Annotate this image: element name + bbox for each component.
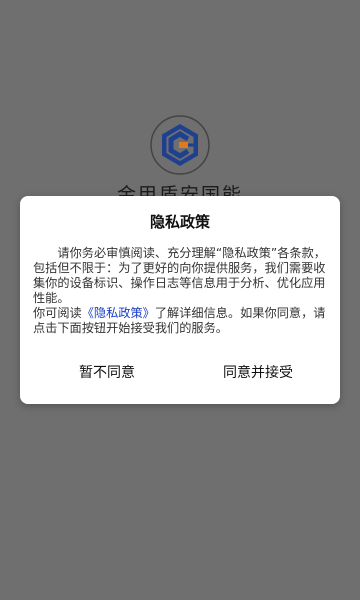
privacy-read-text: 你可阅读《隐私政策》了解详细信息。如果你同意，请点击下面按钮开始接受我们的服务。 bbox=[33, 306, 331, 336]
agree-button[interactable]: 同意并接受 bbox=[198, 359, 318, 387]
dialog-title: 隐私政策 bbox=[149, 213, 210, 231]
dialog-body: 请你务必审慎阅读、充分理解“隐私政策”各条款，包括但不限于：为了更好的向你提供服… bbox=[33, 246, 331, 336]
shield-c-logo-icon bbox=[150, 115, 210, 175]
privacy-dialog: 隐私政策 请你务必审慎阅读、充分理解“隐私政策”各条款，包括但不限于：为了更好的… bbox=[20, 196, 340, 404]
privacy-policy-link[interactable]: 《隐私政策》 bbox=[82, 306, 155, 320]
dialog-buttons: 暂不同意 同意并接受 bbox=[20, 359, 340, 387]
privacy-notice-text: 请你务必审慎阅读、充分理解“隐私政策”各条款，包括但不限于：为了更好的向你提供服… bbox=[33, 246, 326, 305]
disagree-button[interactable]: 暂不同意 bbox=[52, 359, 162, 387]
read-prefix: 你可阅读 bbox=[33, 306, 82, 320]
